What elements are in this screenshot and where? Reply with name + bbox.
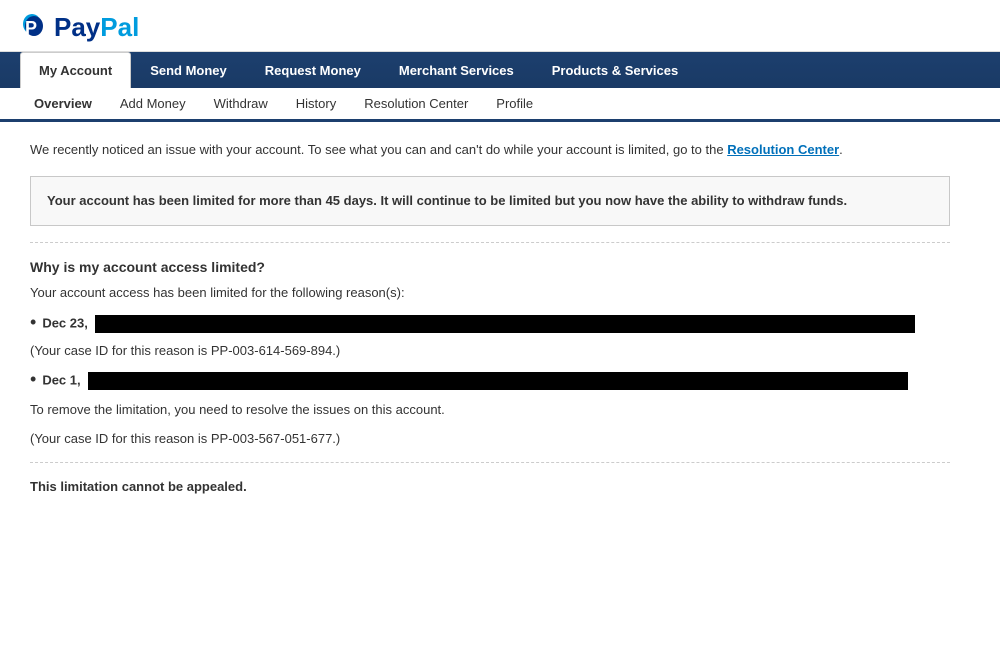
case-id-2: (Your case ID for this reason is PP-003-… [30, 431, 950, 446]
tab-products-services[interactable]: Products & Services [533, 52, 697, 88]
subnav-add-money[interactable]: Add Money [106, 88, 200, 119]
main-nav: My Account Send Money Request Money Merc… [0, 52, 1000, 88]
tab-merchant-services[interactable]: Merchant Services [380, 52, 533, 88]
bullet-2: • [30, 370, 36, 388]
tab-my-account[interactable]: My Account [20, 52, 131, 88]
tab-send-money[interactable]: Send Money [131, 52, 246, 88]
appeal-text: This limitation cannot be appealed. [30, 479, 950, 494]
reason-2-redacted [88, 372, 908, 390]
warning-box: Your account has been limited for more t… [30, 176, 950, 227]
reason-1-date: Dec 23, [42, 315, 88, 330]
warning-text: Your account has been limited for more t… [47, 193, 847, 208]
header: P PayPal [0, 0, 1000, 52]
notice-text: We recently noticed an issue with your a… [30, 142, 724, 157]
why-intro: Your account access has been limited for… [30, 283, 950, 303]
subnav-withdraw[interactable]: Withdraw [200, 88, 282, 119]
paypal-wordmark: PayPal [54, 12, 139, 43]
reason-2: • Dec 1, [30, 372, 950, 390]
content-area: We recently noticed an issue with your a… [0, 122, 980, 512]
subnav-overview[interactable]: Overview [20, 88, 106, 119]
why-title: Why is my account access limited? [30, 259, 950, 275]
divider-2 [30, 462, 950, 463]
reason-2-row: Dec 1, [42, 372, 950, 390]
paypal-icon: P [20, 14, 48, 42]
reason-1: • Dec 23, [30, 315, 950, 333]
reason-1-redacted [95, 315, 915, 333]
reason-2-date: Dec 1, [42, 372, 80, 387]
subnav-history[interactable]: History [282, 88, 350, 119]
reason-1-row: Dec 23, [42, 315, 950, 333]
case-id-1: (Your case ID for this reason is PP-003-… [30, 343, 950, 358]
tab-request-money[interactable]: Request Money [246, 52, 380, 88]
divider-1 [30, 242, 950, 243]
notice-end: . [839, 142, 843, 157]
notice-paragraph: We recently noticed an issue with your a… [30, 140, 950, 160]
subnav-resolution-center[interactable]: Resolution Center [350, 88, 482, 119]
resolution-center-link[interactable]: Resolution Center [727, 142, 839, 157]
bullet-1: • [30, 313, 36, 331]
sub-nav: Overview Add Money Withdraw History Reso… [0, 88, 1000, 122]
svg-text:P: P [25, 18, 37, 38]
paypal-logo: P PayPal [20, 12, 980, 43]
resolve-text: To remove the limitation, you need to re… [30, 400, 950, 420]
subnav-profile[interactable]: Profile [482, 88, 547, 119]
